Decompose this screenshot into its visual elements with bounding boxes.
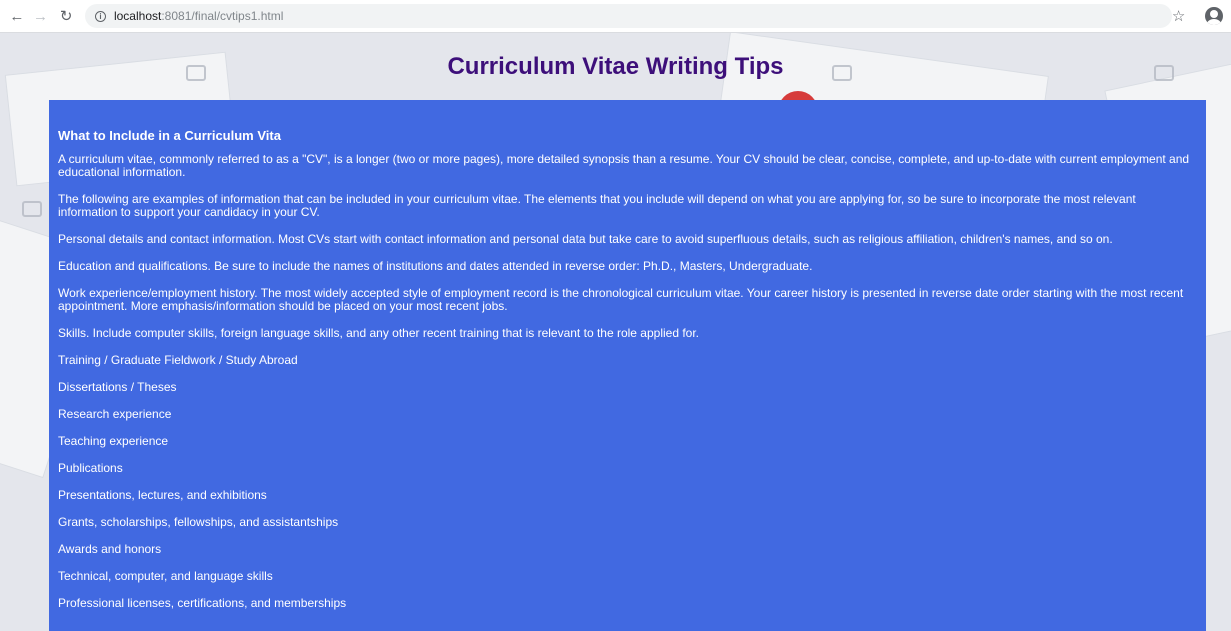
paragraph: The following are examples of informatio… <box>58 192 1136 219</box>
address-bar[interactable]: i localhost:8081/final/cvtips1.html <box>84 4 1172 28</box>
page-title: Curriculum Vitae Writing Tips <box>447 53 784 80</box>
list-item: Awards and honors <box>58 542 162 556</box>
list-item: Research experience <box>58 407 172 421</box>
camera-watermark-icon <box>22 201 42 217</box>
list-item: Grants, scholarships, fellowships, and a… <box>58 515 339 529</box>
list-item: Professional licenses, certifications, a… <box>58 596 347 610</box>
list-item: Presentations, lectures, and exhibitions <box>58 488 267 502</box>
back-arrow-icon[interactable]: ← <box>6 5 28 27</box>
browser-toolbar: ← → ↻ i localhost:8081/final/cvtips1.htm… <box>0 0 1231 33</box>
paragraph: Work experience/employment history. The … <box>58 286 1184 313</box>
page-viewport: Curriculum Vitae Writing Tips What to In… <box>0 33 1231 631</box>
bookmark-star-icon[interactable]: ☆ <box>1172 7 1185 25</box>
content-panel: What to Include in a Curriculum Vita A c… <box>49 100 1206 631</box>
list-item: Training / Graduate Fieldwork / Study Ab… <box>58 353 298 367</box>
url-host: localhost <box>113 9 162 23</box>
list-item: Dissertations / Theses <box>58 380 177 394</box>
reload-icon[interactable]: ↻ <box>55 5 77 27</box>
paragraph: Skills. Include computer skills, foreign… <box>58 326 700 340</box>
section-heading: What to Include in a Curriculum Vita <box>58 128 281 143</box>
url-path: :8081/final/cvtips1.html <box>161 9 284 23</box>
paragraph: Personal details and contact information… <box>58 232 1113 246</box>
info-icon[interactable]: i <box>94 10 106 22</box>
paragraph: A curriculum vitae, commonly referred to… <box>58 152 1190 179</box>
forward-arrow-icon[interactable]: → <box>30 5 52 27</box>
profile-avatar-icon[interactable] <box>1205 7 1223 25</box>
list-item: Teaching experience <box>58 434 169 448</box>
list-item: Publications <box>58 461 123 475</box>
paragraph: Education and qualifications. Be sure to… <box>58 259 813 273</box>
list-item: Technical, computer, and language skills <box>58 569 273 583</box>
